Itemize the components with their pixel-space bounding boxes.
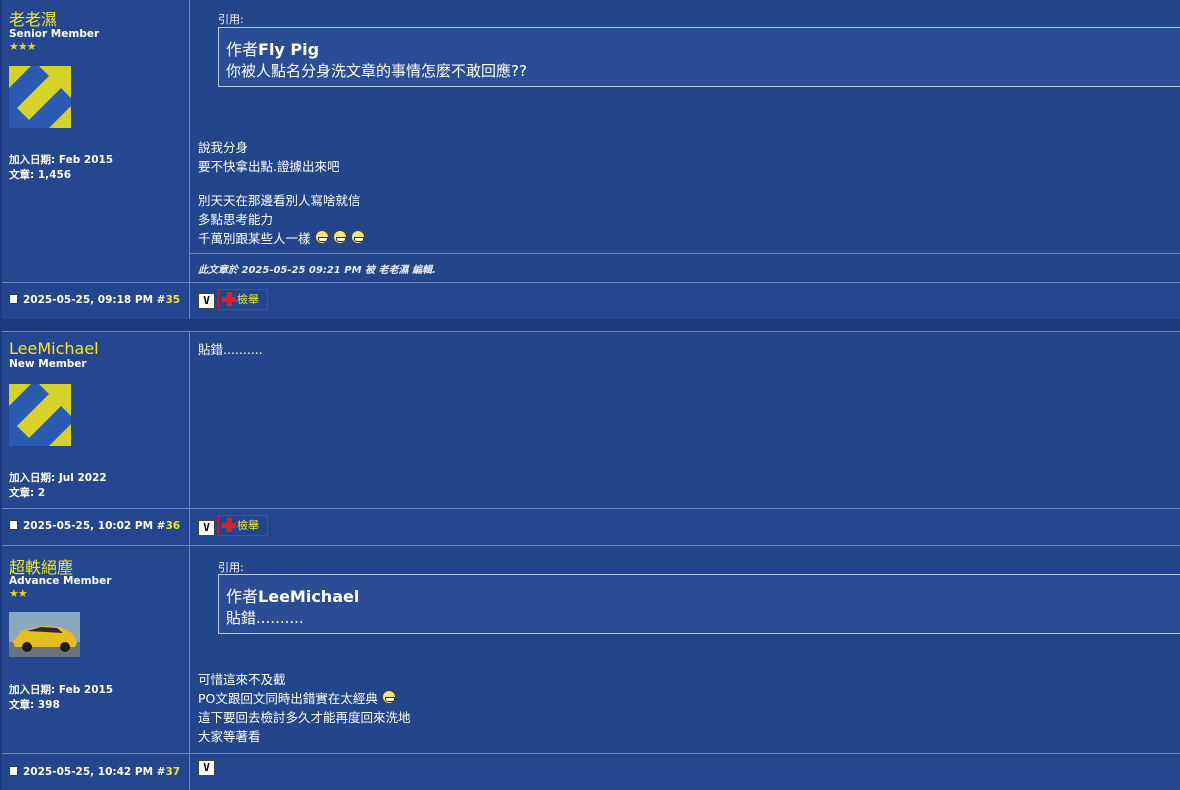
message-line: 說我分身 (198, 140, 249, 155)
post-date: 2025-05-25, 10:02 PM #36 (9, 520, 180, 532)
v-icon[interactable]: V (198, 760, 215, 776)
edit-separator (190, 253, 1180, 254)
author-username[interactable]: LeeMichael (9, 339, 99, 358)
quote-author: 作者Fly Pig (226, 40, 320, 59)
message-line: 別天天在那邊看別人寫啥就信 (198, 193, 361, 208)
post-author-panel: LeeMichael New Member 加入日期: Jul 2022 文章:… (2, 332, 190, 508)
message-line: 大家等著看 (198, 729, 261, 744)
post-date: 2025-05-25, 09:18 PM #35 (9, 294, 180, 306)
post-footer-left: 2025-05-25, 10:42 PM #37 (2, 754, 190, 790)
quote-text: 你被人點名分身洗文章的事情怎麼不敢回應?? (226, 62, 527, 80)
message-line: PO文跟回文同時出錯實在太經典 (198, 689, 411, 708)
default-avatar-icon[interactable] (9, 66, 71, 128)
post-37: 超軼絕塵 Advance Member ★★ 加入日期: Feb 2015 文章… (2, 545, 1180, 790)
v-icon[interactable]: V (198, 520, 215, 536)
message-line: 這下要回去檢討多久才能再度回來洗地 (198, 710, 411, 725)
post-message: 說我分身 要不快拿出點.證據出來吧 別天天在那邊看別人寫啥就信 多點思考能力 千… (198, 138, 365, 248)
post-footer-left: 2025-05-25, 09:18 PM #35 (2, 283, 190, 319)
post-icon (9, 520, 18, 530)
post-message: 可惜這來不及截 PO文跟回文同時出錯實在太經典 這下要回去檢討多久才能再度回來洗… (198, 670, 411, 746)
post-number-link[interactable]: 37 (165, 766, 180, 778)
laugh-smiley-icon (381, 690, 396, 704)
quote-box: 作者LeeMichael 貼錯.......... (218, 574, 1180, 634)
post-35: 老老濕 Senior Member ★★★ 加入日期: Feb 2015 文章:… (2, 0, 1180, 319)
post-author-panel: 超軼絕塵 Advance Member ★★ 加入日期: Feb 2015 文章… (2, 546, 190, 753)
message-line: 要不快拿出點.證據出來吧 (198, 159, 340, 174)
author-rank: Advance Member (9, 575, 112, 587)
post-icon (9, 766, 18, 776)
car-avatar-image[interactable] (9, 612, 80, 657)
message-line: 可惜這來不及截 (198, 672, 286, 687)
author-join-date: 加入日期: Feb 2015 (9, 154, 114, 166)
post-number-link[interactable]: 36 (165, 520, 180, 532)
default-avatar-icon[interactable] (9, 384, 71, 446)
post-message: 貼錯.......... (198, 340, 263, 359)
message-line: 千萬別跟某些人一樣 (198, 229, 365, 248)
post-author-panel: 老老濕 Senior Member ★★★ 加入日期: Feb 2015 文章:… (2, 0, 190, 282)
quote-text: 貼錯.......... (226, 609, 304, 627)
post-icon (9, 294, 18, 304)
red-cross-icon (222, 518, 236, 532)
author-post-count: 文章: 398 (9, 699, 60, 711)
laugh-smiley-icon (332, 230, 347, 244)
post-footer: 2025-05-25, 10:42 PM #37 V (2, 753, 1180, 790)
author-join-date: 加入日期: Feb 2015 (9, 684, 114, 696)
post-footer-left: 2025-05-25, 10:02 PM #36 (2, 509, 190, 545)
quote-author: 作者LeeMichael (226, 587, 360, 606)
author-stars: ★★★ (9, 40, 37, 53)
post-footer: 2025-05-25, 10:02 PM #36 V 檢舉 (2, 508, 1180, 545)
message-line: 貼錯.......... (198, 342, 263, 357)
post-date: 2025-05-25, 10:42 PM #37 (9, 766, 180, 778)
report-button[interactable]: 檢舉 (218, 515, 268, 536)
author-rank: New Member (9, 358, 87, 370)
laugh-smiley-icon (314, 230, 329, 244)
quote-label: 引用: (218, 561, 244, 574)
author-rank: Senior Member (9, 28, 100, 40)
laugh-smiley-icon (350, 230, 365, 244)
v-icon[interactable]: V (198, 293, 215, 309)
author-stars: ★★ (9, 587, 28, 600)
author-join-date: 加入日期: Jul 2022 (9, 472, 107, 484)
author-post-count: 文章: 1,456 (9, 169, 72, 181)
post-body (190, 332, 1180, 508)
edit-note: 此文章於 2025-05-25 09:21 PM 被 老老濕 編輯. (198, 265, 436, 276)
quote-box: 作者Fly Pig 你被人點名分身洗文章的事情怎麼不敢回應?? (218, 27, 1180, 87)
post-footer: 2025-05-25, 09:18 PM #35 V 檢舉 (2, 282, 1180, 319)
report-button[interactable]: 檢舉 (218, 289, 268, 310)
post-number-link[interactable]: 35 (165, 294, 180, 306)
author-post-count: 文章: 2 (9, 487, 46, 499)
red-cross-icon (222, 292, 236, 306)
message-line: 多點思考能力 (198, 212, 274, 227)
quote-label: 引用: (218, 13, 244, 26)
post-36: LeeMichael New Member 加入日期: Jul 2022 文章:… (2, 331, 1180, 546)
author-username[interactable]: 老老濕 (9, 6, 57, 30)
